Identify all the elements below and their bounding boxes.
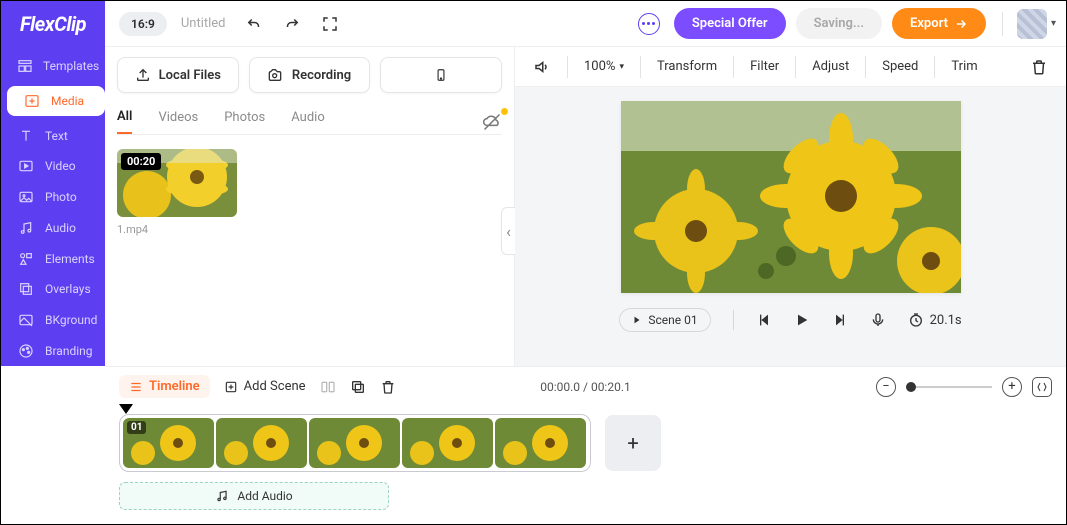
add-scene-button[interactable]: Add Scene xyxy=(224,379,306,394)
sidebar-item-label: BKground xyxy=(45,313,97,327)
next-scene-icon[interactable] xyxy=(832,312,848,328)
zoom-in-button[interactable]: + xyxy=(1002,377,1022,397)
prev-scene-icon[interactable] xyxy=(756,312,772,328)
audio-icon xyxy=(17,220,35,236)
timeline-section: Timeline Add Scene 00:00.0 / 00:20.1 − +… xyxy=(105,366,1066,524)
sidebar-item-overlays[interactable]: Overlays xyxy=(1,274,99,305)
saving-status: Saving... xyxy=(796,8,882,39)
media-icon xyxy=(23,93,41,109)
frame-number: 01 xyxy=(127,421,146,434)
photo-icon xyxy=(17,189,35,205)
speed-button[interactable]: Speed xyxy=(876,59,924,74)
background-icon xyxy=(17,312,35,328)
adjust-button[interactable]: Adjust xyxy=(806,59,855,74)
mic-icon[interactable] xyxy=(870,312,886,328)
logo[interactable]: FlexClip xyxy=(1,1,105,47)
cloud-off-icon[interactable] xyxy=(482,112,502,132)
sidebar-item-text[interactable]: Text xyxy=(1,120,99,151)
fullscreen-icon[interactable] xyxy=(320,14,340,34)
tab-audio[interactable]: Audio xyxy=(291,110,324,133)
sidebar-item-branding[interactable]: Branding xyxy=(1,335,99,366)
preview-toolbar: 100%▾ Transform Filter Adjust Speed Trim xyxy=(515,47,1066,87)
chat-icon[interactable] xyxy=(638,13,660,35)
sidebar-item-audio[interactable]: Audio xyxy=(1,213,99,244)
media-filename: 1.mp4 xyxy=(117,223,237,236)
tab-photos[interactable]: Photos xyxy=(224,110,265,133)
sidebar-item-media[interactable]: Media xyxy=(7,86,105,117)
split-icon[interactable] xyxy=(320,379,336,395)
overlays-icon xyxy=(17,281,35,297)
project-title[interactable]: Untitled xyxy=(181,16,226,31)
scene-chip[interactable]: Scene 01 xyxy=(619,308,710,332)
duration-badge: 00:20 xyxy=(121,153,161,170)
aspect-ratio-chip[interactable]: 16:9 xyxy=(119,12,167,36)
undo-icon[interactable] xyxy=(244,14,264,34)
fit-timeline-button[interactable] xyxy=(1032,377,1052,397)
recording-label: Recording xyxy=(292,68,351,83)
preview-area: Scene 01 20.1s xyxy=(515,87,1066,366)
sidebar-item-photo[interactable]: Photo xyxy=(1,182,99,213)
branding-icon xyxy=(17,343,35,359)
recording-button[interactable]: Recording xyxy=(249,57,371,93)
playhead[interactable] xyxy=(119,404,133,414)
sidebar: Templates Media Text Video Photo Audio E… xyxy=(1,47,105,366)
local-files-label: Local Files xyxy=(159,68,221,83)
sidebar-item-templates[interactable]: Templates xyxy=(1,51,99,82)
add-scene-box[interactable]: + xyxy=(605,415,661,471)
redo-icon[interactable] xyxy=(282,14,302,34)
tab-videos[interactable]: Videos xyxy=(158,110,198,133)
add-audio-button[interactable]: Add Audio xyxy=(119,482,389,510)
sidebar-item-label: Text xyxy=(45,129,68,143)
elements-icon xyxy=(17,251,35,267)
sidebar-item-label: Audio xyxy=(45,221,76,235)
panel-collapse-handle[interactable]: ‹ xyxy=(501,207,515,255)
special-offer-button[interactable]: Special Offer xyxy=(674,8,786,39)
timeline-clip[interactable]: 01 xyxy=(119,414,591,472)
sidebar-item-label: Branding xyxy=(45,344,93,358)
volume-icon[interactable] xyxy=(527,58,557,76)
copy-icon[interactable] xyxy=(350,379,366,395)
sidebar-item-elements[interactable]: Elements xyxy=(1,243,99,274)
mobile-upload-button[interactable] xyxy=(380,57,502,93)
transform-button[interactable]: Transform xyxy=(651,59,723,74)
play-icon[interactable] xyxy=(794,312,810,328)
export-button[interactable]: Export xyxy=(892,8,986,39)
video-icon xyxy=(17,158,35,174)
top-bar: FlexClip 16:9 Untitled Special Offer Sav… xyxy=(1,1,1066,47)
duration-indicator[interactable]: 20.1s xyxy=(908,312,962,328)
sidebar-item-label: Templates xyxy=(43,59,99,73)
trash-icon[interactable] xyxy=(380,379,396,395)
sidebar-item-label: Video xyxy=(45,159,76,173)
sidebar-item-label: Overlays xyxy=(45,282,91,296)
filter-button[interactable]: Filter xyxy=(744,59,785,74)
zoom-slider[interactable] xyxy=(906,386,992,388)
preview-canvas[interactable] xyxy=(621,101,961,293)
sidebar-item-label: Photo xyxy=(45,190,77,204)
delete-icon[interactable] xyxy=(1024,58,1054,76)
trim-button[interactable]: Trim xyxy=(945,59,983,74)
local-files-button[interactable]: Local Files xyxy=(117,57,239,93)
play-controls: Scene 01 20.1s xyxy=(619,305,961,335)
templates-icon xyxy=(17,58,33,74)
sidebar-item-bkground[interactable]: BKground xyxy=(1,305,99,336)
timeline-time-display: 00:00.0 / 00:20.1 xyxy=(540,380,631,394)
timeline-tab[interactable]: Timeline xyxy=(119,375,210,398)
sidebar-item-video[interactable]: Video xyxy=(1,151,99,182)
media-item[interactable]: 00:20 1.mp4 xyxy=(117,149,237,236)
zoom-dropdown[interactable]: 100%▾ xyxy=(578,59,630,74)
avatar[interactable] xyxy=(1017,9,1047,39)
media-panel: Local Files Recording All Videos Photos … xyxy=(105,47,515,366)
zoom-out-button[interactable]: − xyxy=(876,377,896,397)
media-tabs: All Videos Photos Audio xyxy=(117,109,502,135)
text-icon xyxy=(17,128,35,144)
sidebar-item-label: Elements xyxy=(45,252,95,266)
sidebar-item-label: Media xyxy=(51,94,84,108)
chevron-down-icon[interactable]: ▾ xyxy=(1051,18,1056,29)
tab-all[interactable]: All xyxy=(117,109,132,134)
